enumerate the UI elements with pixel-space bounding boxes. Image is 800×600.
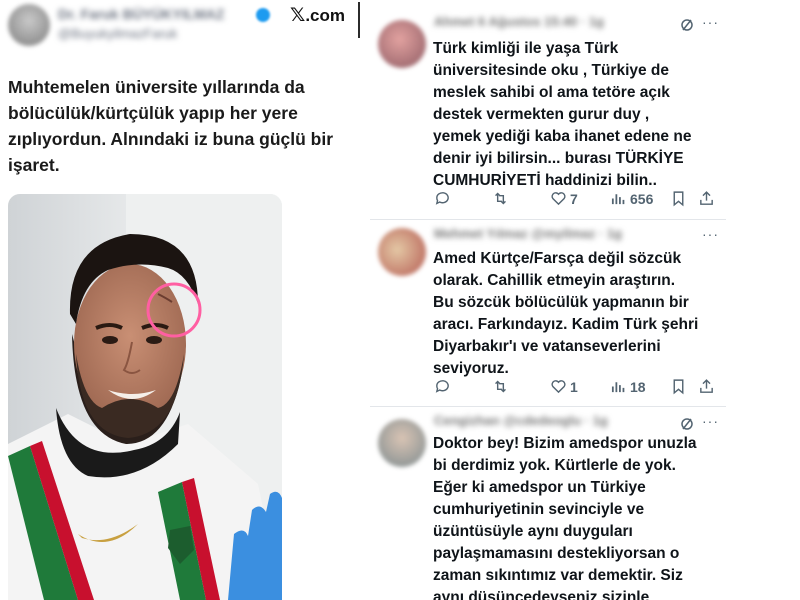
reply-bookmark-button[interactable] (670, 190, 687, 207)
tweet-text-line: Muhtemelen üniversite yıllarında da (8, 77, 305, 97)
reply-text-line: Bu sözcük bölücülük yapmanın bir (433, 294, 689, 311)
reply-text-line: üzüntüsüyle aynı duyguları (433, 523, 633, 540)
tweet-photo[interactable] (8, 194, 282, 600)
retweet-icon (495, 380, 506, 393)
reply-comment-button[interactable] (434, 378, 451, 395)
views-count: 656 (630, 190, 654, 207)
reply-item[interactable]: Ahmet 6 Ağustos 15:40 · 1g ··· Türk kiml… (370, 0, 726, 220)
reply-text-line: zaman sıkıntımız var demektir. Siz (433, 567, 683, 584)
reply-views-button[interactable]: 656 (610, 190, 653, 207)
quoted-tweet-screenshot: Dr. Faruk BÜYÜKYILMAZ @BuyukyilmazFaruk … (0, 0, 362, 600)
author-handle[interactable]: @BuyukyilmazFaruk (58, 26, 258, 41)
replies-panel: Ahmet 6 Ağustos 15:40 · 1g ··· Türk kiml… (370, 0, 726, 600)
reply-comment-button[interactable] (434, 190, 451, 207)
panel-divider (358, 2, 360, 38)
comment-icon (435, 192, 449, 205)
reply-header[interactable]: Cengizhan @cdedeoglu · 1g (434, 413, 664, 431)
grok-icon[interactable] (680, 18, 694, 32)
reply-avatar[interactable] (378, 228, 426, 276)
man-portrait-image (8, 194, 282, 600)
reply-text-line: aynı düşüncedeyseniz sizinle (433, 589, 650, 600)
more-options-icon[interactable]: ··· (702, 226, 719, 242)
like-count: 7 (570, 190, 578, 207)
reply-text-line: yemek yediği kaba ihanet edene ne (433, 128, 692, 145)
author-avatar[interactable] (8, 4, 50, 46)
reply-text-line: Amed Kürtçe/Farsça değil sözcük (433, 250, 682, 267)
reply-retweet-button[interactable] (492, 190, 509, 207)
reply-text-line: üniversitesinde oku , Türkiye de (433, 62, 670, 79)
reply-text: Amed Kürtçe/Farsça değil sözcük olarak. … (433, 248, 723, 380)
share-icon (700, 379, 713, 393)
views-icon (611, 194, 625, 205)
x-brand-domain: .com (305, 6, 345, 25)
reply-text-line: paylaşmamasını destekliyorsan o (433, 545, 680, 562)
reply-item[interactable]: Mehmet Yılmaz @myilmaz · 1g ··· Amed Kür… (370, 220, 726, 406)
reply-text-line: Eğer ki amedspor un Türkiye (433, 479, 646, 496)
reply-text-line: destek vermekten gurur duy , (433, 106, 650, 123)
tweet-text-line: işaret. (8, 155, 60, 175)
tweet-text-line: zıplıyordun. Alnındaki iz buna güçlü bir (8, 129, 334, 149)
tweet-text: Muhtemelen üniversite yıllarında da bölü… (8, 74, 358, 178)
retweet-icon (495, 192, 506, 205)
reply-header[interactable]: Mehmet Yılmaz @myilmaz · 1g (434, 226, 664, 244)
reply-text-line: cumhuriyetinin sevinciyle ve (433, 501, 645, 518)
reply-item[interactable]: Cengizhan @cdedeoglu · 1g ··· Doktor bey… (370, 407, 726, 600)
author-display-name[interactable]: Dr. Faruk BÜYÜKYILMAZ (58, 6, 258, 22)
reply-text-line: olarak. Cahillik etmeyin araştırın. (433, 272, 676, 289)
reply-text-line: denir iyi bilirsin... burası TÜRKİYE (433, 150, 684, 167)
reply-text: Doktor bey! Bizim amedspor unuzla bi der… (433, 433, 723, 600)
bookmark-icon (673, 379, 684, 395)
reply-like-button[interactable]: 1 (550, 378, 578, 395)
reply-text-line: Türk kimliği ile yaşa Türk (433, 40, 619, 57)
x-logo-icon: 𝕏 (290, 4, 306, 26)
reply-text-line: aracı. Farkındayız. Kadim Türk şehri (433, 316, 699, 333)
reply-text-line: CUMHURİYETİ haddinizi bilin.. (433, 172, 657, 189)
views-icon (611, 382, 625, 393)
reply-text-line: seviyoruz. (433, 360, 509, 377)
x-brand-logo: 𝕏 .com (290, 4, 345, 26)
tweet-text-line: bölücülük/kürtçülük yapıp her yere (8, 103, 298, 123)
reply-text-line: Doktor bey! Bizim amedspor unuzla (433, 435, 697, 452)
reply-text-line: Diyarbakır'ı ve vatanseverlerini (433, 338, 661, 355)
reply-actions: 7 656 (434, 190, 716, 210)
grok-icon[interactable] (680, 417, 694, 431)
like-count: 1 (570, 378, 578, 395)
more-options-icon[interactable]: ··· (702, 14, 719, 30)
reply-actions: 1 18 (434, 378, 716, 398)
reply-share-button[interactable] (698, 190, 715, 207)
comment-icon (435, 380, 449, 393)
reply-bookmark-button[interactable] (670, 378, 687, 395)
share-icon (700, 191, 713, 205)
reply-avatar[interactable] (378, 20, 426, 68)
more-options-icon[interactable]: ··· (702, 413, 719, 429)
heart-icon (551, 192, 566, 206)
bookmark-icon (673, 191, 684, 207)
reply-share-button[interactable] (698, 378, 715, 395)
reply-text: Türk kimliği ile yaşa Türk üniversitesin… (433, 38, 723, 192)
views-count: 18 (630, 378, 646, 395)
reply-avatar[interactable] (378, 419, 426, 467)
reply-text-line: meslek sahibi ol ama tetöre açık (433, 84, 670, 101)
reply-views-button[interactable]: 18 (610, 378, 646, 395)
heart-icon (551, 380, 566, 394)
verified-badge-icon (256, 8, 270, 22)
reply-like-button[interactable]: 7 (550, 190, 578, 207)
reply-header[interactable]: Ahmet 6 Ağustos 15:40 · 1g (434, 14, 664, 32)
reply-retweet-button[interactable] (492, 378, 509, 395)
reply-text-line: bi derdimiz yok. Kürtlerle de yok. (433, 457, 676, 474)
